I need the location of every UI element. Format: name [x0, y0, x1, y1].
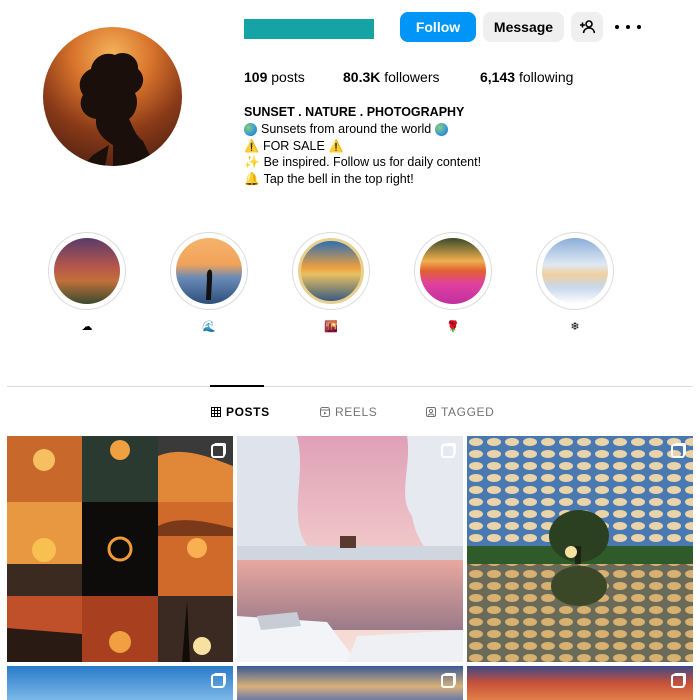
followers-stat[interactable]: 80.3K followers [343, 69, 440, 85]
carousel-icon [671, 444, 685, 458]
warning-icon: ⚠️ [328, 138, 344, 153]
username-redacted [244, 19, 374, 39]
post-5[interactable] [237, 666, 463, 700]
bio-line-3-text: Be inspired. Follow us for daily content… [263, 155, 482, 170]
posts-count: 109 [244, 69, 268, 85]
posts-stat[interactable]: 109 posts [244, 69, 305, 85]
tab-posts[interactable]: POSTS [211, 405, 270, 419]
bio-line-4-text: Tap the bell in the top right! [263, 172, 414, 187]
add-user-icon [580, 20, 595, 34]
sparkle-icon: ✨ [244, 155, 260, 170]
tab-reels-label: REELS [335, 405, 378, 419]
highlight-4-image [420, 238, 486, 304]
highlight-2[interactable] [170, 232, 248, 310]
highlight-3-image [298, 238, 364, 304]
post-3[interactable] [467, 436, 693, 662]
content-divider [7, 386, 693, 387]
following-label: following [518, 69, 574, 85]
grid-icon [211, 407, 221, 417]
reels-icon [320, 407, 330, 417]
active-tab-indicator [210, 385, 264, 387]
follow-button[interactable]: Follow [400, 12, 476, 42]
bell-icon: 🔔 [244, 172, 260, 187]
warning-icon: ⚠️ [244, 138, 259, 153]
profile-bio: SUNSET . NATURE . PHOTOGRAPHY Sunsets fr… [244, 104, 481, 188]
tab-tagged-label: TAGGED [441, 405, 495, 419]
carousel-icon [211, 674, 225, 688]
followers-count: 80.3K [343, 69, 381, 85]
profile-avatar[interactable] [43, 27, 182, 166]
highlight-4[interactable] [414, 232, 492, 310]
post-1[interactable] [7, 436, 233, 662]
bio-line-3: ✨ Be inspired. Follow us for daily conte… [244, 154, 481, 171]
post-3-image [467, 436, 693, 662]
carousel-icon [441, 674, 455, 688]
highlight-5[interactable] [536, 232, 614, 310]
highlight-2-image [176, 238, 242, 304]
following-count: 6,143 [480, 69, 516, 85]
highlight-1-image [54, 238, 120, 304]
tab-reels[interactable]: REELS [320, 405, 377, 419]
more-options-icon[interactable] [615, 18, 641, 36]
silhouette-image [79, 52, 155, 166]
carousel-icon [671, 674, 685, 688]
highlight-5-image [542, 238, 608, 304]
bio-line-4: 🔔 Tap the bell in the top right! [244, 171, 481, 188]
highlight-1-label: ☁ [81, 321, 93, 333]
highlight-2-label: 🌊 [202, 321, 216, 333]
bio-line-1: Sunsets from around the world [244, 121, 481, 138]
add-user-button[interactable] [571, 12, 603, 42]
posts-label: posts [271, 69, 305, 85]
bio-line-2: ⚠️ FOR SALE ⚠️ [244, 138, 481, 155]
bio-line-1-text: Sunsets from around the world [261, 121, 432, 136]
post-6[interactable] [467, 666, 693, 700]
bio-line-2-text: FOR SALE [262, 138, 325, 153]
highlight-3-label: 🌇 [324, 321, 338, 333]
carousel-icon [211, 444, 225, 458]
globe-icon [435, 122, 449, 136]
tagged-icon [426, 407, 436, 417]
highlight-5-label: ❄ [570, 321, 580, 333]
highlight-1[interactable] [48, 232, 126, 310]
tab-posts-label: POSTS [226, 405, 270, 419]
carousel-icon [441, 444, 455, 458]
globe-icon [244, 122, 257, 136]
bio-name: SUNSET . NATURE . PHOTOGRAPHY [244, 105, 465, 119]
post-1-image [7, 436, 233, 662]
tab-tagged[interactable]: TAGGED [426, 405, 494, 419]
followers-label: followers [384, 69, 440, 85]
post-2[interactable] [237, 436, 463, 662]
post-4[interactable] [7, 666, 233, 700]
post-2-image [237, 436, 463, 662]
following-stat[interactable]: 6,143 following [480, 69, 573, 85]
message-button[interactable]: Message [483, 12, 564, 42]
highlight-3[interactable] [292, 232, 370, 310]
highlight-4-label: 🌹 [446, 321, 460, 333]
